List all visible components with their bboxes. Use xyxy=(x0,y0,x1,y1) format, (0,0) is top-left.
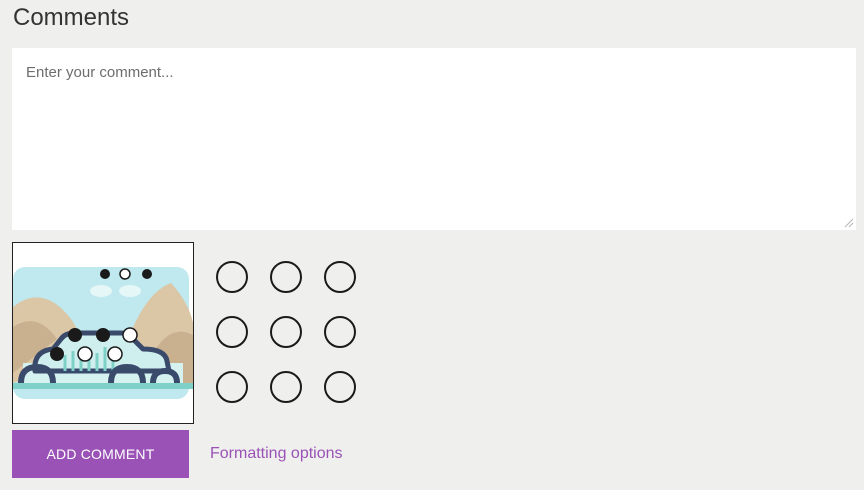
circle-option-8-icon[interactable] xyxy=(270,371,302,403)
circle-option-1-icon[interactable] xyxy=(216,261,248,293)
circle-option-2-icon[interactable] xyxy=(270,261,302,293)
circle-option-9-icon[interactable] xyxy=(324,371,356,403)
circle-option-3-icon[interactable] xyxy=(324,261,356,293)
add-comment-button[interactable]: ADD COMMENT xyxy=(12,430,189,478)
comment-input[interactable] xyxy=(12,48,856,230)
comments-heading: Comments xyxy=(13,4,130,31)
circle-option-7-icon[interactable] xyxy=(216,371,248,403)
circle-option-5-icon[interactable] xyxy=(270,316,302,348)
offroad-car-illustration-icon xyxy=(13,267,193,399)
resize-grip-icon[interactable] xyxy=(842,216,854,228)
captcha-image xyxy=(12,242,194,424)
formatting-options-link[interactable]: Formatting options xyxy=(210,444,343,464)
circle-option-6-icon[interactable] xyxy=(324,316,356,348)
circle-option-4-icon[interactable] xyxy=(216,316,248,348)
